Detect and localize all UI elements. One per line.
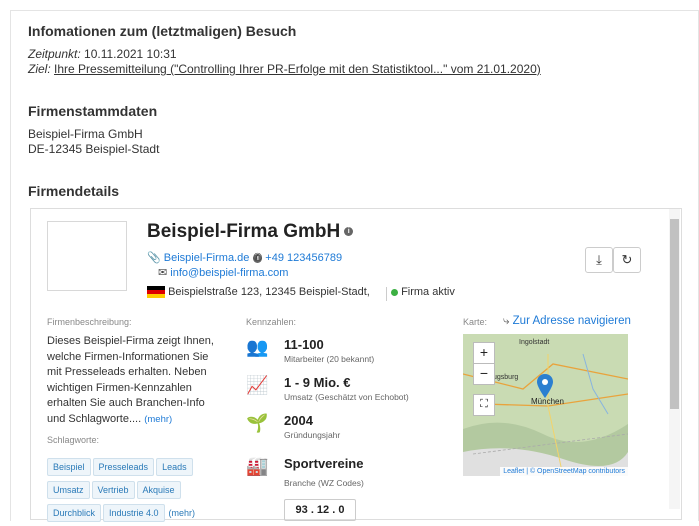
kpi-value: 2004 [284,413,313,428]
company-description: Dieses Beispiel-Firma zeigt Ihnen, welch… [47,334,225,427]
zoom-out-button[interactable]: − [473,363,495,385]
email-link[interactable]: ✉ info@beispiel-firma.com [158,266,288,279]
time-value: 10.11.2021 10:31 [84,47,177,61]
german-flag-icon [147,286,165,299]
kpi-value: 11-100 [284,337,324,352]
address-text: Beispielstraße 123, 12345 Beispiel-Stadt… [168,286,370,298]
website-link[interactable]: 📎 Beispiel-Firma.de i [147,251,263,264]
tag[interactable]: Akquise [136,481,181,499]
master-heading: Firmenstammdaten [28,103,158,119]
phone-link[interactable]: ✆ +49 123456789 [253,251,342,264]
tag[interactable]: Industrie 4.0 [103,504,165,522]
map-city: ugsburg [493,374,519,381]
company-card: Beispiel-Firma GmbH i 📎 Beispiel-Firma.de… [30,208,682,522]
tag[interactable]: Umsatz [47,481,90,499]
master-city: DE-12345 Beispiel-Stadt [28,142,160,156]
map[interactable]: Ingolstadt ugsburg München + − ⛶ Leaflet… [463,334,628,476]
tag[interactable]: Leads [156,458,193,476]
fullscreen-button[interactable]: ⛶ [473,394,495,416]
revenue-chart-icon: 📈 [246,375,269,395]
website-text[interactable]: Beispiel-Firma.de [164,252,250,264]
download-icon: ⤓ [596,252,602,267]
tag[interactable]: Presseleads [92,458,155,476]
tag[interactable]: Beispiel [47,458,91,476]
kpi-sub: Umsatz (Geschätzt von Echobot) [284,392,409,402]
status-dot-icon [391,288,398,296]
status-badge: Firma aktiv [391,286,455,298]
factory-icon: 🏭 [246,456,269,476]
kpi-sub: Gründungsjahr [284,430,341,440]
desc-more-link[interactable]: (mehr) [144,414,172,425]
visit-goal: Ziel: Ihre Pressemitteilung ("Controllin… [28,62,541,76]
tag[interactable]: Vertrieb [91,481,135,499]
tags-more-link[interactable]: (mehr) [169,508,196,518]
desc-label: Firmenbeschreibung: [47,317,132,327]
tag-list: Beispiel Presseleads Leads Umsatz Vertrieb Ak… [47,457,227,526]
navigate-link[interactable]: ⤷ Zur Adresse navigieren [503,315,631,328]
fullscreen-icon: ⛶ [480,398,488,410]
company-name: Beispiel-Firma GmbH i [147,221,354,243]
info-icon[interactable]: i [344,227,354,237]
kpi-value: 1 - 9 Mio. € [284,375,351,390]
kpi-sub: Mitarbeiter (20 bekannt) [284,354,375,364]
phone-icon: ✆ [253,252,263,264]
company-name-text: Beispiel-Firma GmbH [147,221,341,242]
map-label: Karte: [463,317,488,327]
wz-code-badge: 93 . 12 . 0 [284,499,356,521]
status-text: Firma aktiv [401,286,455,298]
employees-icon: 👥 [246,337,269,357]
zoom-in-button[interactable]: + [473,342,495,364]
scrollbar-thumb[interactable] [670,219,679,409]
address-divider [386,287,387,301]
details-heading: Firmendetails [28,183,120,199]
download-button[interactable]: ⤓ [585,247,613,273]
press-release-link[interactable]: Ihre Pressemitteilung ("Controlling Ihre… [54,62,541,76]
plant-icon: 🌱 [246,413,269,433]
attribution-text[interactable]: Leaflet | © OpenStreetMap contributors [503,468,625,475]
map-attribution: Leaflet | © OpenStreetMap contributors [500,467,628,476]
master-name: Beispiel-Firma GmbH [28,127,143,141]
tag[interactable]: Durchblick [47,504,102,522]
kpi-value: Sportvereine [284,456,364,471]
route-icon: ⤷ [503,315,510,327]
refresh-icon: ↻ [621,252,633,267]
visit-heading: Infomationen zum (letztmaligen) Besuch [28,23,297,39]
goal-label: Ziel: [28,62,51,76]
kpi-label: Kennzahlen: [246,317,297,327]
map-city: München [531,397,564,406]
kpi-sub: Branche (WZ Codes) [284,478,364,488]
mail-icon: ✉ [158,267,168,279]
phone-text[interactable]: +49 123456789 [265,252,342,264]
email-text[interactable]: info@beispiel-firma.com [170,267,288,279]
visit-time: Zeitpunkt: 10.11.2021 10:31 [28,47,177,61]
paperclip-icon: 📎 [147,252,161,264]
scrollbar[interactable] [669,209,680,509]
map-city: Ingolstadt [519,339,550,346]
time-label: Zeitpunkt: [28,47,81,61]
address: Beispielstraße 123, 12345 Beispiel-Stadt… [147,286,370,299]
company-logo [47,221,127,291]
refresh-button[interactable]: ↻ [613,247,641,273]
navigate-text[interactable]: Zur Adresse navigieren [513,315,631,327]
tags-label: Schlagworte: [47,435,100,445]
description-text: Dieses Beispiel-Firma zeigt Ihnen, welch… [47,335,214,425]
map-marker-icon[interactable] [537,374,553,398]
